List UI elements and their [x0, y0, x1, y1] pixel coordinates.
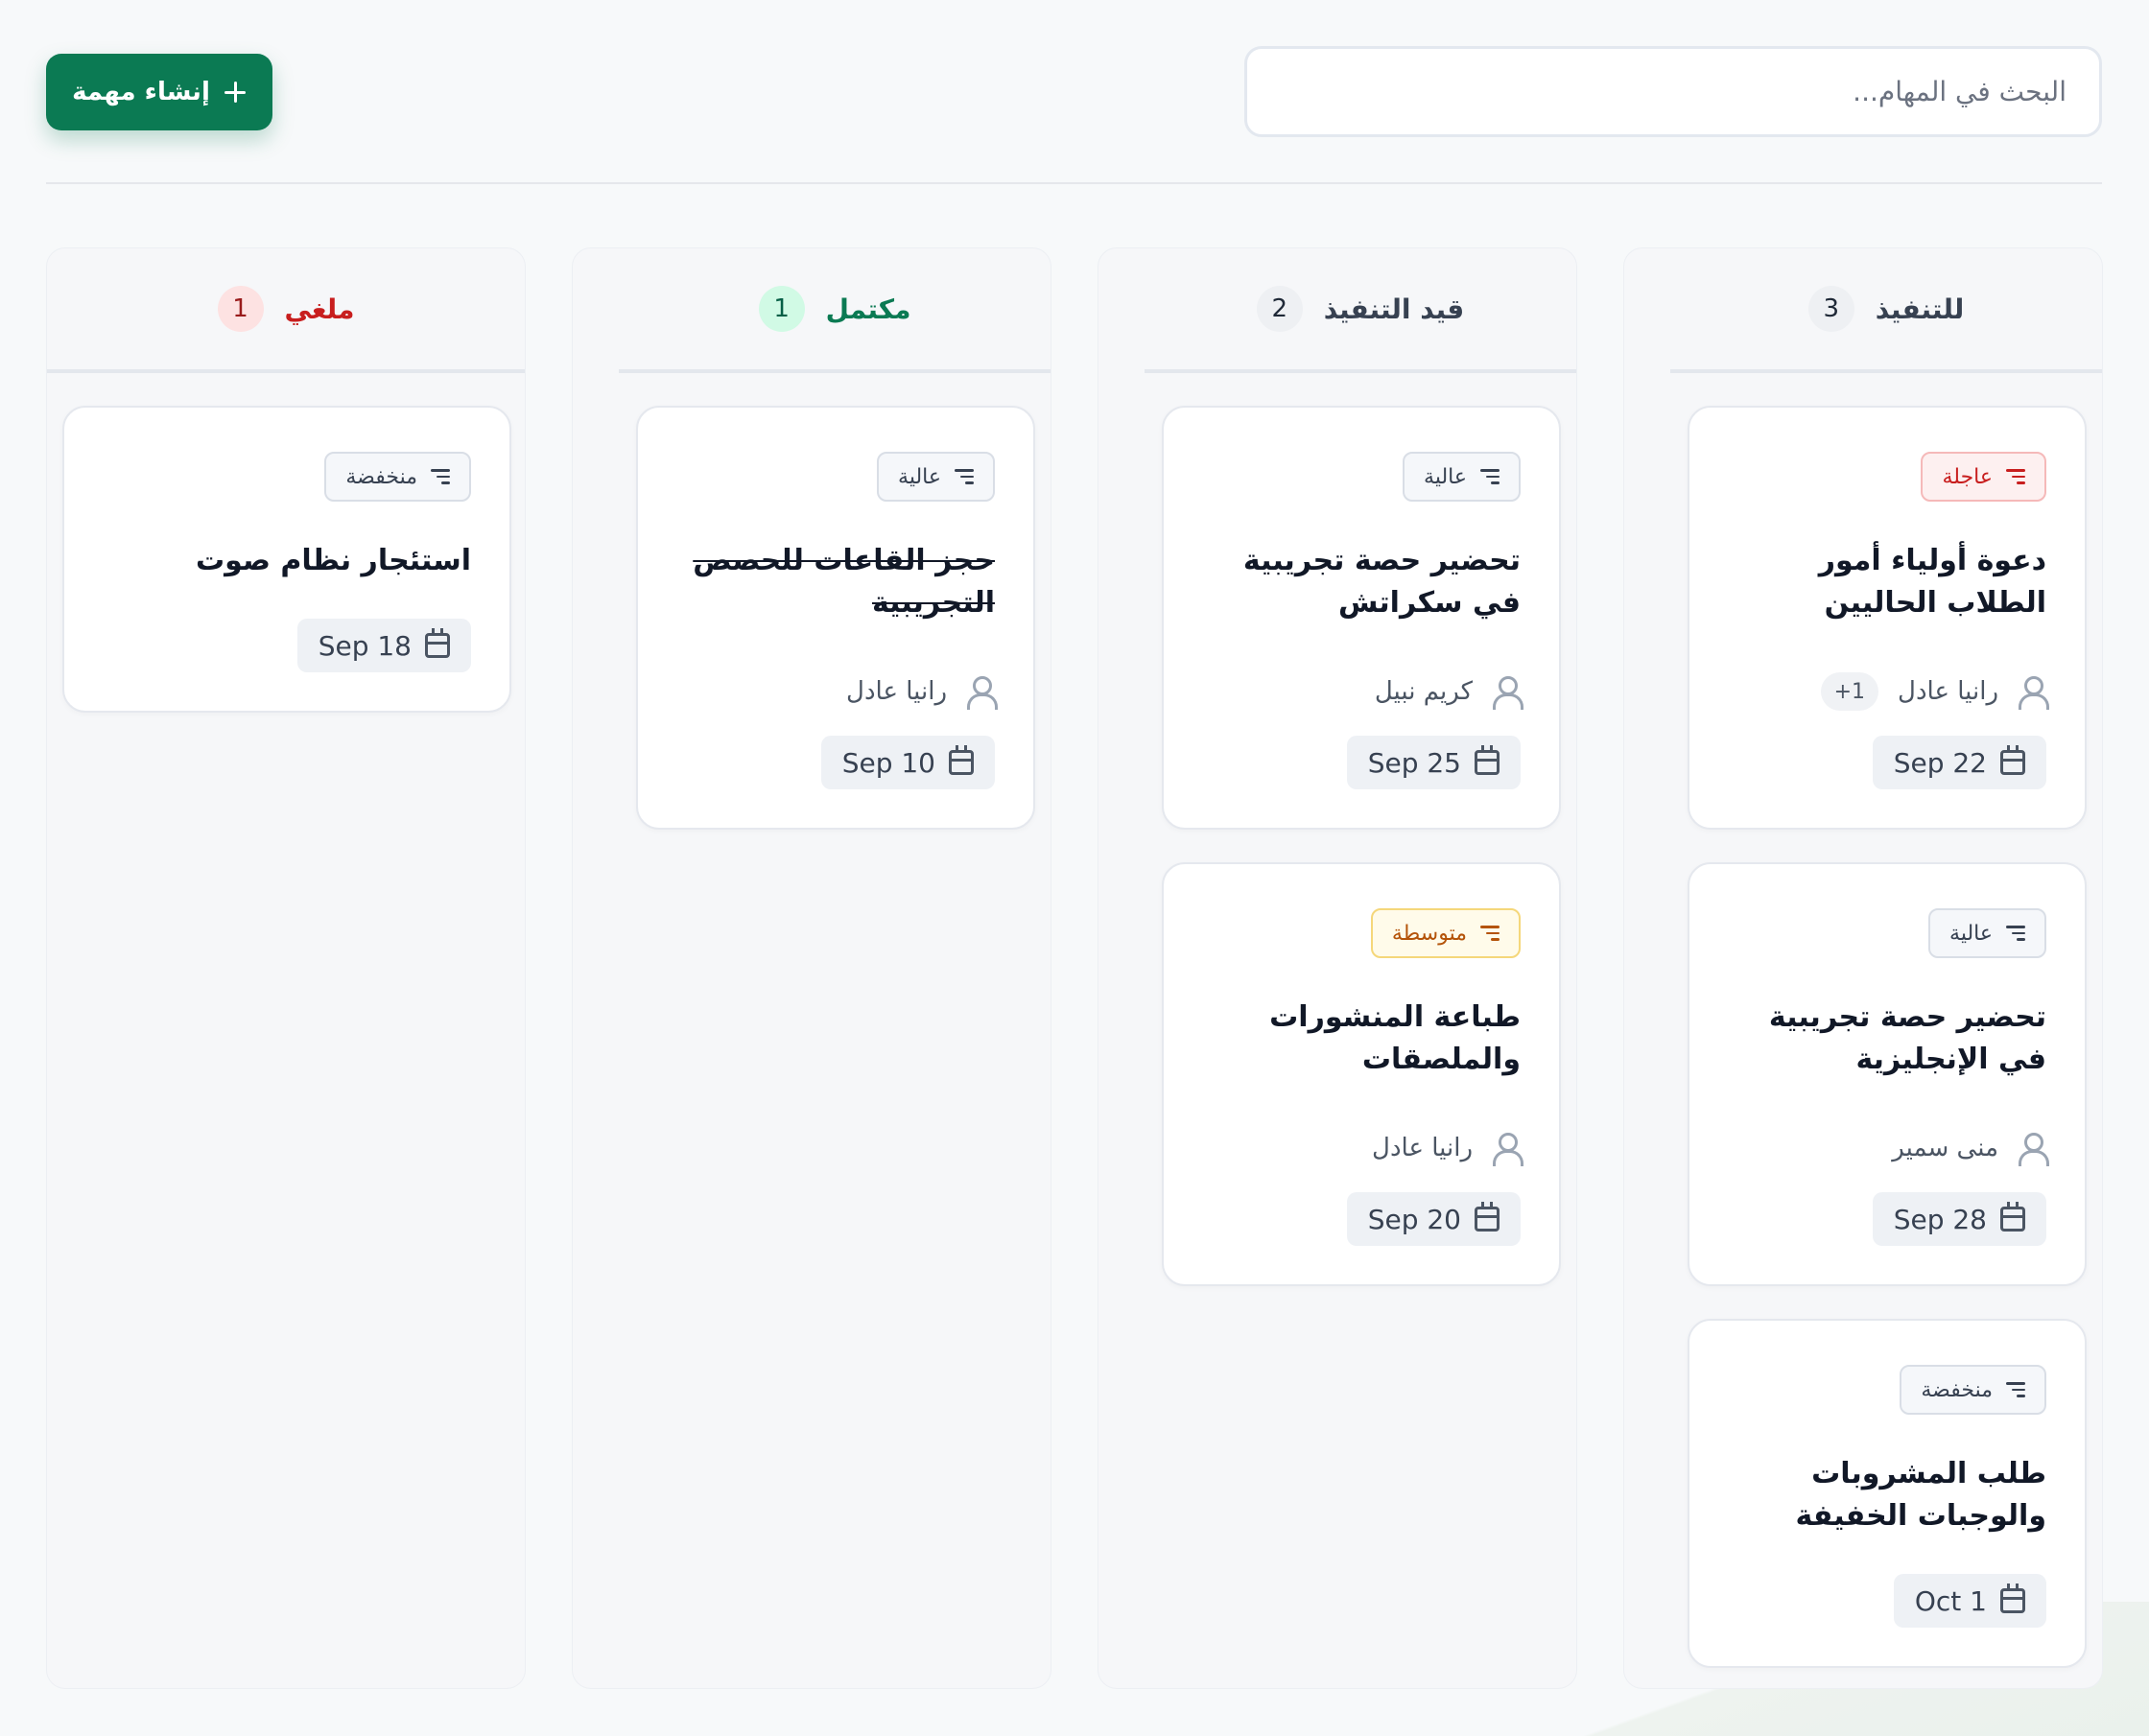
priority-badge: متوسطة	[1370, 908, 1521, 958]
column-title: قيد التنفيذ	[1323, 293, 1465, 325]
priority-lines-icon	[955, 469, 974, 484]
task-card[interactable]: عالية حجز القاعات للحصص التجريبية رانيا …	[636, 406, 1035, 830]
priority-badge: عالية	[877, 452, 995, 502]
due-date-label: Sep 25	[1367, 746, 1461, 779]
calendar-icon	[2000, 1202, 2025, 1232]
user-icon	[1492, 674, 1523, 710]
column-count: 1	[217, 286, 264, 332]
priority-lines-icon	[2006, 469, 2025, 484]
priority-label: عالية	[1949, 921, 1993, 946]
calendar-icon	[949, 745, 974, 775]
column-title: للتنفيذ	[1875, 293, 1965, 325]
priority-lines-icon	[431, 469, 450, 484]
due-date-label: Sep 20	[1367, 1203, 1461, 1235]
task-title: استئجار نظام صوت	[195, 544, 471, 577]
priority-badge: عاجلة	[1921, 452, 2046, 502]
priority-lines-icon	[1480, 926, 1500, 941]
column-title: ملغي	[284, 293, 355, 325]
column-count: 1	[758, 286, 805, 332]
column-in-progress: قيد التنفيذ 2 عالية تحضير حصة تجريبية في…	[1098, 247, 1577, 1689]
task-card[interactable]: عالية تحضير حصة تجريبية في الإنجليزية من…	[1688, 862, 2087, 1286]
assignee: كريم نبيل	[1374, 669, 1523, 715]
assignee-name: رانيا عادل	[1372, 1134, 1473, 1162]
due-date: Sep 22	[1872, 736, 2046, 789]
user-icon	[1492, 1131, 1523, 1166]
create-task-button[interactable]: إنشاء مهمة	[46, 54, 272, 130]
due-date-label: Sep 22	[1893, 746, 1987, 779]
due-date: Sep 10	[820, 736, 995, 789]
user-icon	[966, 674, 998, 710]
due-date-label: Sep 18	[318, 629, 412, 662]
column-count: 3	[1807, 286, 1854, 332]
priority-badge: منخفضة	[324, 452, 471, 502]
calendar-icon	[2000, 745, 2025, 775]
assignee: رانيا عادل	[846, 669, 998, 715]
priority-label: منخفضة	[345, 464, 417, 489]
task-card[interactable]: عالية تحضير حصة تجريبية في سكراتش كريم ن…	[1162, 406, 1561, 830]
extra-assignees-badge: +1	[1820, 672, 1879, 711]
due-date: Sep 25	[1346, 736, 1521, 789]
priority-lines-icon	[2006, 1382, 2025, 1397]
column-header: مكتمل 1	[619, 248, 1051, 373]
priority-badge: عالية	[1928, 908, 2046, 958]
priority-label: عاجلة	[1942, 464, 1993, 489]
header-divider	[46, 182, 2102, 184]
task-board-page: إنشاء مهمة للتنفيذ 3 عاجلة دعوة أولياء أ…	[0, 0, 2149, 1736]
task-card[interactable]: منخفضة طلب المشروبات والوجبات الخفيفة Oc…	[1688, 1319, 2087, 1668]
task-card[interactable]: متوسطة طباعة المنشورات والملصقات رانيا ع…	[1162, 862, 1561, 1286]
due-date: Oct 1	[1893, 1574, 2046, 1628]
due-date-label: Sep 10	[841, 746, 935, 779]
task-title: حجز القاعات للحصص التجريبية	[693, 544, 995, 620]
assignee: رانيا عادل	[1372, 1125, 1523, 1171]
due-date: Sep 18	[296, 619, 471, 672]
assignee-name: رانيا عادل	[1898, 677, 1998, 706]
column-done: مكتمل 1 عالية حجز القاعات للحصص التجريبي…	[572, 247, 1051, 1689]
task-title: طباعة المنشورات والملصقات	[1269, 1000, 1521, 1076]
priority-lines-icon	[2006, 926, 2025, 941]
user-icon	[2018, 1131, 2049, 1166]
search-box	[1244, 46, 2102, 137]
task-title: تحضير حصة تجريبية في الإنجليزية	[1768, 1000, 2046, 1076]
priority-label: منخفضة	[1921, 1377, 1993, 1402]
column-count: 2	[1256, 286, 1303, 332]
search-input[interactable]	[1280, 76, 2066, 107]
due-date-label: Sep 28	[1893, 1203, 1987, 1235]
task-title: دعوة أولياء أمور الطلاب الحاليين	[1818, 544, 2046, 620]
assignee: رانيا عادل +1	[1820, 669, 2049, 715]
plus-icon	[224, 81, 247, 104]
priority-lines-icon	[1480, 469, 1500, 484]
priority-badge: عالية	[1403, 452, 1521, 502]
calendar-icon	[425, 628, 450, 658]
due-date: Sep 20	[1346, 1192, 1521, 1246]
assignee-name: كريم نبيل	[1374, 677, 1473, 706]
calendar-icon	[1475, 745, 1500, 775]
priority-label: عالية	[898, 464, 941, 489]
priority-label: متوسطة	[1391, 921, 1467, 946]
task-card[interactable]: عاجلة دعوة أولياء أمور الطلاب الحاليين ر…	[1688, 406, 2087, 830]
user-icon	[2018, 674, 2049, 710]
task-title: طلب المشروبات والوجبات الخفيفة	[1795, 1457, 2046, 1533]
priority-label: عالية	[1424, 464, 1467, 489]
calendar-icon	[2000, 1584, 2025, 1613]
task-card[interactable]: منخفضة استئجار نظام صوت Sep 18	[62, 406, 511, 713]
create-task-label: إنشاء مهمة	[72, 78, 210, 106]
column-title: مكتمل	[825, 293, 911, 325]
assignee: منى سمير	[1892, 1125, 2049, 1171]
column-header: قيد التنفيذ 2	[1145, 248, 1576, 373]
column-todo: للتنفيذ 3 عاجلة دعوة أولياء أمور الطلاب …	[1623, 247, 2103, 1689]
due-date: Sep 28	[1872, 1192, 2046, 1246]
column-header: ملغي 1	[47, 248, 525, 373]
task-title: تحضير حصة تجريبية في سكراتش	[1242, 544, 1521, 620]
column-header: للتنفيذ 3	[1670, 248, 2102, 373]
calendar-icon	[1475, 1202, 1500, 1232]
due-date-label: Oct 1	[1914, 1584, 1987, 1617]
assignee-name: منى سمير	[1892, 1134, 1998, 1162]
assignee-name: رانيا عادل	[846, 677, 947, 706]
column-cancelled: ملغي 1 منخفضة استئجار نظام صوت Sep 18	[46, 247, 526, 1689]
priority-badge: منخفضة	[1900, 1365, 2046, 1415]
